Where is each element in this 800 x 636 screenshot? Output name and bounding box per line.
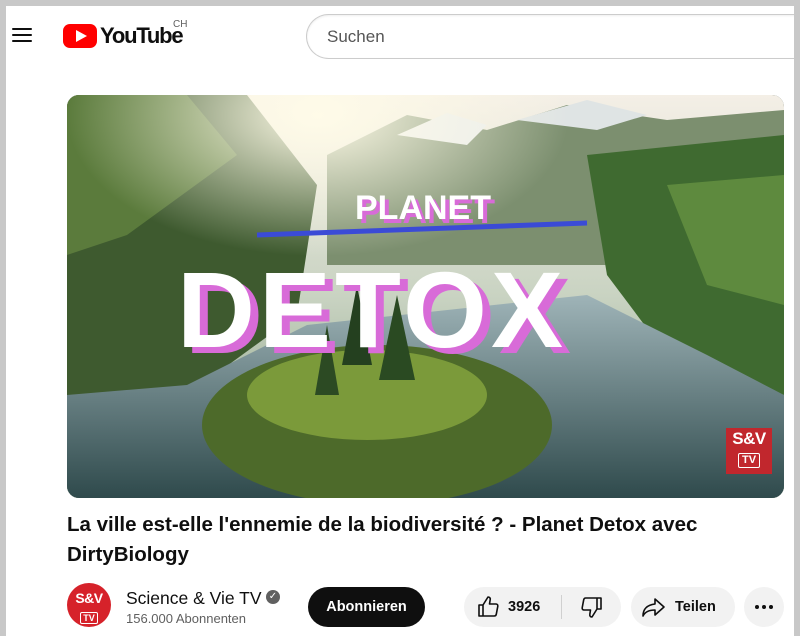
share-icon bbox=[642, 598, 665, 617]
channel-watermark: S&V TV bbox=[726, 428, 772, 474]
share-button[interactable]: Teilen bbox=[631, 587, 735, 627]
overlay-title-top: PLANET bbox=[355, 189, 491, 227]
overlay-title-main: DETOX bbox=[177, 249, 567, 370]
search-input[interactable] bbox=[307, 15, 794, 58]
verified-check-icon: ✓ bbox=[266, 590, 280, 604]
dislike-button[interactable] bbox=[562, 587, 621, 627]
like-button[interactable]: 3926 bbox=[464, 595, 562, 619]
youtube-play-icon bbox=[63, 24, 97, 48]
like-icon bbox=[478, 596, 499, 617]
share-label: Teilen bbox=[675, 599, 716, 615]
more-actions-icon[interactable] bbox=[744, 587, 784, 627]
subscribe-button[interactable]: Abonnieren bbox=[308, 587, 425, 627]
like-count: 3926 bbox=[508, 599, 541, 615]
channel-avatar[interactable]: S&V TV bbox=[67, 583, 111, 627]
video-title: La ville est-elle l'ennemie de la biodiv… bbox=[67, 513, 698, 566]
search-box bbox=[306, 14, 794, 59]
like-dislike-group: 3926 bbox=[464, 587, 621, 627]
youtube-logo[interactable]: YouTube bbox=[63, 22, 184, 50]
hamburger-menu-icon[interactable] bbox=[12, 24, 36, 48]
subscriber-count: 156.000 Abonnenten bbox=[126, 611, 247, 626]
channel-name-link[interactable]: Science & Vie TV bbox=[126, 588, 262, 609]
youtube-page: YouTube CH Suchen PLANET PLANET DETOX DE… bbox=[6, 6, 794, 636]
dislike-icon bbox=[580, 597, 602, 618]
video-player[interactable]: PLANET PLANET DETOX DETOX S&V TV bbox=[67, 95, 784, 498]
region-code: CH bbox=[173, 19, 188, 30]
logo-text: YouTube bbox=[100, 23, 184, 48]
video-frame-thumbnail: PLANET PLANET DETOX DETOX bbox=[67, 95, 784, 498]
